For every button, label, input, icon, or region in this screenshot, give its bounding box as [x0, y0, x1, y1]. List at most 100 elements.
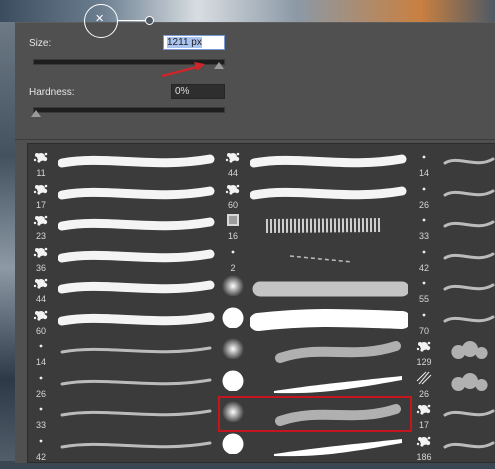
hardness-label: Hardness:	[29, 87, 75, 98]
brush-preset-list[interactable]: 11 17 23 36 44 60 14 26 33 42 44 60 16 2 14 26 33 42 55 70 1…	[27, 143, 495, 463]
brush-preset[interactable]: 42	[411, 243, 495, 274]
brush-preset[interactable]: 70	[411, 306, 495, 337]
size-input[interactable]: 1211 px	[163, 35, 225, 50]
brush-preset[interactable]: 26	[411, 369, 495, 400]
brush-preset[interactable]	[220, 432, 410, 463]
brush-stroke-preview	[441, 214, 495, 238]
brush-preset[interactable]: 60	[220, 180, 410, 211]
brush-stroke-preview	[441, 403, 495, 427]
brush-preset[interactable]: 2	[220, 243, 410, 274]
brush-preview-handle[interactable]	[145, 16, 154, 25]
brush-size-label: 17	[418, 420, 429, 430]
brush-preset[interactable]: 23	[28, 211, 218, 242]
brush-size-label: 23	[35, 231, 46, 241]
brush-tip-icon	[28, 274, 54, 296]
brush-preset[interactable]	[220, 337, 410, 368]
brush-preset[interactable]: 26	[28, 369, 218, 400]
brush-preset[interactable]	[220, 369, 410, 400]
brush-preset[interactable]: 16	[220, 211, 410, 242]
brush-tip-icon	[220, 369, 246, 391]
brush-tip-icon	[411, 180, 437, 202]
brush-tip-icon	[411, 211, 437, 233]
size-label: Size:	[29, 38, 52, 49]
brush-stroke-preview	[441, 309, 495, 333]
brush-stroke-preview	[58, 403, 216, 427]
photo-background-top	[0, 0, 495, 22]
brush-size-label: 186	[416, 451, 432, 462]
brush-preset[interactable]: 14	[28, 337, 218, 368]
brush-size-label: 2	[230, 262, 236, 273]
brush-size-label: 16	[227, 231, 238, 241]
photo-background-left	[0, 22, 15, 469]
brush-size-label: 129	[416, 357, 432, 367]
brush-stroke-preview	[441, 277, 495, 301]
brush-preset[interactable]: 26	[411, 180, 495, 211]
brush-tip-icon	[220, 337, 246, 360]
brush-size-label: 26	[418, 388, 429, 399]
brush-stroke-preview	[57, 151, 216, 175]
brush-preset[interactable]	[220, 306, 411, 337]
brush-tip-icon	[411, 274, 437, 296]
brush-tip-icon	[28, 148, 54, 170]
brush-tip-icon	[220, 211, 246, 233]
brush-tip-icon	[28, 211, 54, 233]
brush-preset[interactable]	[220, 274, 410, 305]
brush-tip-icon	[220, 180, 246, 202]
brush-size-label: 60	[35, 325, 46, 336]
brush-stroke-preview	[250, 277, 410, 301]
brush-preset[interactable]: 60	[28, 306, 218, 337]
brush-preview-line	[117, 20, 147, 21]
brush-size-label: 60	[227, 199, 238, 210]
close-icon[interactable]: ✕	[95, 12, 104, 25]
brush-size-label: 26	[418, 199, 429, 210]
brush-tip-icon	[28, 337, 54, 359]
brush-stroke-preview	[249, 308, 411, 333]
brush-preset[interactable]: 44	[28, 274, 218, 305]
hardness-slider-thumb[interactable]	[31, 110, 41, 117]
size-slider-thumb[interactable]	[214, 62, 225, 69]
brush-preset[interactable]: 17	[411, 400, 495, 431]
brush-stroke-preview	[57, 214, 216, 238]
brush-preset[interactable]: 186	[411, 432, 495, 463]
brush-stroke-preview	[250, 246, 408, 270]
brush-tip-icon	[220, 148, 246, 170]
brush-tip-icon	[220, 306, 246, 328]
brush-stroke-preview	[250, 340, 408, 364]
brush-size-label: 17	[35, 199, 46, 210]
brush-preset[interactable]: 33	[411, 211, 495, 242]
brush-size-label: 14	[418, 168, 429, 178]
brush-stroke-preview	[57, 309, 216, 333]
brush-size-label: 55	[418, 294, 429, 304]
brush-stroke-preview	[441, 183, 495, 207]
brush-size-label: 11	[36, 168, 46, 178]
brush-preset[interactable]: 33	[28, 400, 218, 431]
brush-preset[interactable]: 55	[411, 274, 495, 305]
brush-preset[interactable]: 14	[411, 148, 495, 179]
brush-tip-icon	[411, 400, 437, 422]
brush-preset[interactable]: 17	[28, 180, 218, 211]
brush-preset[interactable]: 129	[411, 337, 495, 368]
brush-stroke-preview	[57, 277, 216, 301]
brush-stroke-preview	[441, 435, 495, 459]
hardness-slider[interactable]	[33, 107, 225, 113]
brush-preset[interactable]: 44	[220, 148, 410, 179]
brush-tip-icon	[411, 369, 437, 391]
brush-tip-icon	[411, 306, 437, 328]
brush-preset[interactable]	[218, 396, 412, 432]
brush-size-label: 26	[35, 388, 46, 399]
hardness-input[interactable]: 0%	[171, 84, 225, 99]
brush-size-label: 36	[35, 262, 46, 273]
brush-preset[interactable]: 11	[28, 148, 218, 179]
brush-stroke-preview	[250, 214, 408, 238]
brush-preset[interactable]: 42	[28, 432, 218, 463]
brush-stroke-preview	[250, 372, 408, 396]
brush-stroke-preview	[58, 340, 216, 364]
red-arrow-annotation	[161, 62, 205, 78]
brush-preset[interactable]: 36	[28, 243, 218, 274]
brush-stroke-preview	[441, 151, 495, 175]
brush-stroke-preview	[441, 340, 495, 364]
brush-tip-icon	[220, 432, 246, 454]
brush-size-label: 33	[418, 231, 429, 241]
brush-preset-picker: Size: 1211 px Hardness: 0% 11 17 23 36 44 60 1…	[15, 22, 495, 463]
brush-tip-icon	[411, 243, 437, 265]
